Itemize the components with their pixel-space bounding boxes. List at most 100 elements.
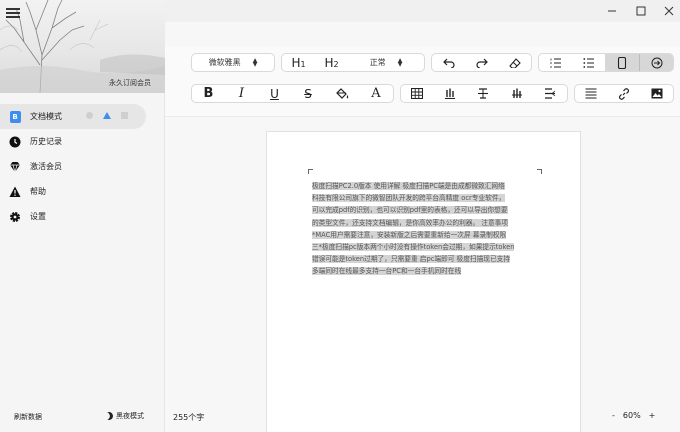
title-bar [165, 0, 680, 22]
zoom-out-button[interactable]: - [612, 411, 615, 420]
redo-button[interactable] [465, 54, 498, 71]
document-content[interactable]: 极度扫描PC2.0版本 使用详解 极度扫描PC端是由成都微致汇网络 科技有限公司… [312, 180, 537, 278]
clock-icon [9, 136, 21, 148]
minimize-icon[interactable] [605, 4, 619, 18]
table-icon [411, 88, 423, 99]
document-line: *MAC用户需要注意，安装新版之后需要重新给一次屏 幕录制权限 [312, 229, 537, 241]
ordered-list-button[interactable] [539, 54, 572, 71]
document-icon: B [9, 111, 21, 123]
justify-button[interactable] [575, 85, 608, 102]
select-arrows-icon: ▲▼ [398, 59, 403, 67]
view-mode-switch [86, 112, 128, 119]
margin-corner-marker [537, 169, 542, 174]
bold-button[interactable]: B [192, 85, 225, 102]
document-line: 三*极度扫描pc版本两个小时没有操作token会过期，如果提示token [312, 241, 537, 253]
margin-corner-marker [308, 169, 313, 174]
indent-icon [544, 88, 556, 99]
zoom-in-button[interactable]: + [649, 411, 656, 420]
paragraph-style-select[interactable]: 正常 ▲▼ [348, 54, 424, 71]
sidebar-item-activate-membership[interactable]: 激活会员 [0, 154, 165, 179]
link-button[interactable] [608, 85, 641, 102]
h1-label: H [291, 56, 300, 70]
menu-icon[interactable] [6, 6, 20, 20]
zoom-control: - 60% + [612, 411, 655, 420]
document-line: 错误可能是token过期了，只需要重 启pc端即可 极度扫描现已支持 [312, 253, 537, 265]
font-color-button[interactable]: A [359, 85, 393, 102]
paragraph-style-value: 正常 [370, 57, 386, 68]
link-icon [618, 88, 630, 100]
sidebar: 永久订阅会员 B 文档模式 历史记录 激活会员 [0, 0, 165, 432]
heading-2-button[interactable]: H2 [315, 54, 348, 71]
diamond-icon [9, 161, 21, 173]
undo-button[interactable] [432, 54, 465, 71]
dark-mode-label: 黑夜模式 [116, 411, 144, 421]
align-center-button[interactable] [466, 85, 500, 102]
align-justify-icon [585, 88, 597, 99]
paint-bucket-icon [336, 88, 349, 100]
insert-group [574, 84, 674, 103]
sidebar-item-document-mode[interactable]: B 文档模式 [0, 104, 146, 129]
redo-icon [476, 58, 488, 68]
mobile-view-button[interactable] [605, 54, 639, 71]
sidebar-item-label: 激活会员 [30, 161, 62, 172]
select-arrows-icon: ▲▼ [253, 59, 258, 67]
italic-button[interactable]: I [225, 85, 258, 102]
undo-icon [443, 58, 455, 68]
sidebar-item-settings[interactable]: 设置 [0, 204, 165, 229]
editor-toolbar: 微软雅黑 ▲▼ H1 H2 正常 ▲▼ [165, 47, 680, 117]
document-page[interactable] [266, 131, 581, 432]
eraser-icon [509, 58, 521, 68]
sidebar-item-label: 帮助 [30, 186, 46, 197]
font-family-value: 微软雅黑 [209, 57, 241, 68]
sidebar-item-label: 文档模式 [30, 111, 62, 122]
document-line: 可以完成pdf的识别，也可以识别pdf里的表格，还可以导出你想要 [312, 204, 537, 216]
align-bottom-icon [444, 88, 456, 99]
image-icon [651, 88, 663, 99]
square-mode-icon[interactable] [121, 112, 128, 119]
align-middle-icon [477, 88, 489, 99]
heading-1-button[interactable]: H1 [282, 54, 315, 71]
strikethrough-button[interactable]: S [291, 85, 325, 102]
clear-format-button[interactable] [498, 54, 531, 71]
h1-sub: 1 [300, 60, 305, 69]
image-button[interactable] [640, 85, 673, 102]
document-line: 极度扫描PC2.0版本 使用详解 极度扫描PC端是由成都微致汇网络 [312, 180, 537, 192]
history-group [431, 53, 532, 72]
table-align-group [400, 84, 568, 103]
refresh-data-button[interactable]: 刷新数据 [14, 412, 42, 422]
document-line: 科技有限公司旗下的微智团队开发的跨平台高精度 ocr专业软件， [312, 192, 537, 204]
font-family-select[interactable]: 微软雅黑 ▲▼ [191, 53, 275, 72]
triangle-mode-icon[interactable] [103, 112, 111, 119]
list-view-group [538, 53, 674, 72]
maximize-icon[interactable] [634, 4, 648, 18]
warning-icon [9, 186, 21, 198]
sidebar-item-label: 历史记录 [30, 136, 62, 147]
document-line: 的类型文件，还支持文档编辑，是你高效率办公的利器。 注意事项 [312, 217, 537, 229]
heading-group: H1 H2 正常 ▲▼ [281, 53, 425, 72]
indent-button[interactable] [533, 85, 567, 102]
distribute-button[interactable] [500, 85, 534, 102]
phone-icon [617, 57, 627, 69]
document-line: 多端同时在线最多支持一台PC和一台手机同时在线 [312, 265, 537, 277]
bar-align-icon [511, 88, 523, 99]
highlight-button[interactable] [325, 85, 359, 102]
sidebar-item-label: 设置 [30, 211, 46, 222]
next-button[interactable] [639, 54, 673, 71]
h2-label: H [324, 56, 333, 70]
sidebar-item-help[interactable]: 帮助 [0, 179, 165, 204]
table-button[interactable] [401, 85, 434, 102]
sidebar-item-history[interactable]: 历史记录 [0, 129, 165, 154]
bullet-list-button[interactable] [572, 54, 605, 71]
sidebar-nav: B 文档模式 历史记录 激活会员 帮助 [0, 104, 165, 229]
align-bottom-button[interactable] [434, 85, 467, 102]
close-icon[interactable] [662, 4, 676, 18]
text-style-group: B I U S A [191, 84, 394, 103]
banner-image: 永久订阅会员 [0, 0, 165, 93]
underline-button[interactable]: U [258, 85, 291, 102]
gear-icon [9, 211, 21, 223]
moon-icon [104, 411, 114, 421]
dark-mode-toggle[interactable]: 黑夜模式 [105, 411, 144, 421]
circle-mode-icon[interactable] [86, 112, 93, 119]
member-badge: 永久订阅会员 [109, 78, 151, 88]
bullet-list-icon [583, 58, 595, 68]
